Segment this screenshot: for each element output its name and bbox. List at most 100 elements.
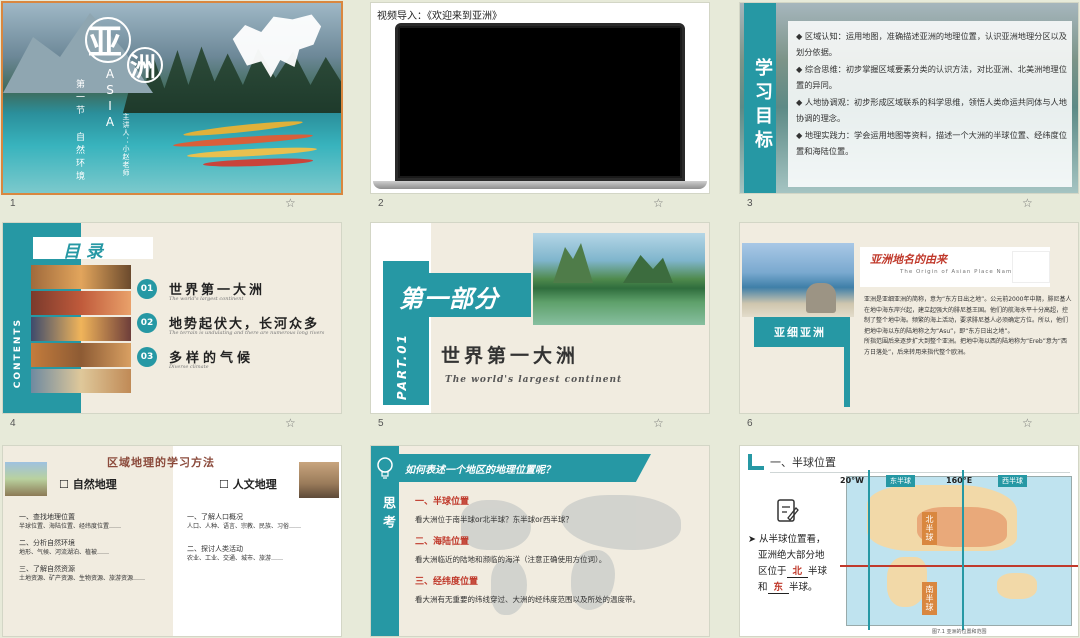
- toc-title: 目 录: [63, 242, 103, 262]
- part-en: PART.01: [395, 333, 409, 401]
- toc-en: Diverse climate: [169, 364, 209, 370]
- meridian-line-1: [868, 470, 870, 630]
- photo-strip: [31, 265, 131, 395]
- edit-note-icon: [776, 498, 800, 524]
- slide-thumb-5[interactable]: 第一部分 PART.01 世界第一大洲 The world's largest …: [371, 223, 709, 413]
- white-square: [1012, 251, 1050, 283]
- west-hemisphere-tag: 西半球: [998, 475, 1027, 487]
- toc-en: The terrain is undulating and there are …: [169, 330, 325, 336]
- star-icon[interactable]: ☆: [285, 417, 296, 429]
- list-item: 三、了解自然资源: [19, 565, 75, 573]
- beach-photo: [742, 243, 854, 317]
- list-item: 人口、人种、语言、宗教、民族、习俗……: [187, 523, 302, 530]
- star-icon[interactable]: ☆: [653, 197, 664, 209]
- star-icon[interactable]: ☆: [653, 417, 664, 429]
- toc-number: 02: [137, 313, 157, 333]
- asia-map: [846, 476, 1072, 626]
- left-heading: ☐ 自然地理: [59, 478, 117, 491]
- right-heading: ☐ 人文地理: [219, 478, 277, 491]
- teal-accent: [844, 317, 850, 407]
- lon-label-160e: 160°E: [946, 476, 973, 485]
- slide-number-1: 1: [10, 198, 16, 209]
- list-item: 地形、气候、河流湖泊、植被……: [19, 549, 110, 556]
- heading-line: [770, 472, 1070, 473]
- toc-en: The world's largest continent: [169, 296, 244, 302]
- video-label: 视频导入：《欢迎来到亚洲》: [377, 11, 502, 22]
- slide-number-5: 5: [378, 418, 384, 429]
- answer-north: 北: [786, 566, 809, 578]
- slide-thumb-1[interactable]: 亚 洲 ASIA 第一节 自然环境 主讲人：小赵老师: [3, 3, 341, 193]
- answer-east: 东: [767, 582, 790, 594]
- section-head: 一、半球位置: [415, 497, 470, 507]
- slide-number-4: 4: [10, 418, 16, 429]
- goal-item: ◆ 区域认知：运用地图，准确描述亚洲的地理位置，认识亚洲地理分区以及划分依据。: [796, 31, 1067, 57]
- meridian-line-2: [962, 470, 964, 630]
- section-title: 世界第一大洲: [441, 345, 580, 367]
- right-list: 一、了解人口概况 人口、人种、语言、宗教、民族、习俗…… 二、探讨人类活动 农业…: [187, 512, 337, 564]
- side-label: 亚细亚洲: [774, 326, 826, 339]
- heading: 学习目标: [752, 58, 773, 154]
- list-item: 农业、工业、交通、城市、旅游……: [187, 555, 284, 562]
- slide-number-6: 6: [747, 418, 753, 429]
- heading: 亚洲地名的由来: [870, 253, 947, 266]
- section-label: 第一节 自然环境: [74, 79, 84, 184]
- heading-en: The Origin of Asian Place Names: [900, 269, 1021, 275]
- slide-thumb-6[interactable]: 亚细亚洲 亚洲地名的由来 The Origin of Asian Place N…: [740, 223, 1078, 413]
- star-icon[interactable]: ☆: [1022, 197, 1033, 209]
- goals-list: ◆ 区域认知：运用地图，准确描述亚洲的地理位置，认识亚洲地理分区以及划分依据。 …: [796, 29, 1068, 159]
- part-title: 第一部分: [399, 285, 499, 313]
- section-text: 看大洲临近的陆地和濒临的海洋（注意正确使用方位词）。: [415, 555, 607, 564]
- goal-item: ◆ 地理实践力：学会运用地图等资料，描述一个大洲的半球位置、经纬度位置和海陆位置…: [796, 130, 1067, 156]
- star-icon[interactable]: ☆: [1022, 417, 1033, 429]
- slide-thumb-8[interactable]: 思考 如何表述一个地区的地理位置呢？ 一、半球位置 看大洲位于南半球or北半球？…: [371, 446, 709, 636]
- section-subtitle: The world's largest continent: [445, 375, 623, 385]
- speaker-label: 主讲人：小赵老师: [122, 113, 130, 177]
- slide-thumb-9[interactable]: 一、半球位置 ➤ 从半球位置看， 亚洲绝大部分地 区位于北半球 和东半球。 20…: [740, 446, 1078, 636]
- laptop-screen: [395, 23, 685, 181]
- canoes: [172, 118, 333, 171]
- south-hemisphere-tag: 南半球: [922, 582, 937, 615]
- title-char-2: 洲: [130, 53, 157, 83]
- list-item: 二、分析自然环境: [19, 539, 75, 547]
- list-item: 土地资源、矿产资源、生物资源、旅游资源……: [19, 575, 146, 582]
- slide-thumb-2[interactable]: 视频导入：《欢迎来到亚洲》: [371, 3, 709, 193]
- path-photo: [5, 462, 47, 496]
- goal-item: ◆ 综合思维：初步掌握区域要素分类的认识方法，对比亚洲、北美洲地理位置的异同。: [796, 64, 1067, 90]
- left-list: 一、查找地理位置 半球位置、海陆位置、经纬度位置…… 二、分析自然环境 地形、气…: [19, 512, 169, 584]
- section-text: 看大洲位于南半球or北半球？东半球or西半球？: [415, 515, 573, 524]
- list-item: 一、查找地理位置: [19, 513, 75, 521]
- east-hemisphere-tag: 东半球: [886, 475, 915, 487]
- list-item: 半球位置、海陆位置、经纬度位置……: [19, 523, 122, 530]
- question-text: 如何表述一个地区的地理位置呢？: [405, 465, 555, 476]
- landscape-photo: [533, 233, 705, 325]
- map-caption: 图7.1 亚洲的位置和范围: [932, 629, 987, 635]
- list-item: 一、了解人口概况: [187, 513, 243, 521]
- slide-thumb-4[interactable]: CONTENTS 目 录 01 世界第一大洲 The world's large…: [3, 223, 341, 413]
- section-text: 看大洲有无重要的纬线穿过、大洲的经纬度范围以及所处的温度带。: [415, 595, 640, 604]
- contents-label: CONTENTS: [13, 318, 23, 389]
- section-head: 三、经纬度位置: [415, 577, 479, 587]
- question-block: ➤ 从半球位置看， 亚洲绝大部分地 区位于北半球 和东半球。: [748, 534, 828, 594]
- body-text: 亚洲是亚细亚洲的简称，意为“东方日出之地”。公元前2000年中期，腓尼基人在地中…: [864, 296, 1072, 356]
- north-hemisphere-tag: 北半球: [922, 512, 937, 545]
- bulb-icon: [375, 456, 395, 480]
- think-content: 一、半球位置 看大洲位于南半球or北半球？东半球or西半球？ 二、海陆位置 看大…: [415, 496, 705, 606]
- think-label: 思考: [380, 496, 395, 534]
- toc-number: 03: [137, 347, 157, 367]
- slide-number-3: 3: [747, 198, 753, 209]
- star-icon[interactable]: ☆: [285, 197, 296, 209]
- slide-heading: 一、半球位置: [770, 456, 836, 469]
- toc-number: 01: [137, 279, 157, 299]
- building-photo: [299, 462, 339, 498]
- title-char-1: 亚: [88, 23, 122, 63]
- laptop-base: [373, 181, 707, 189]
- slide-thumb-3[interactable]: 学习目标 ◆ 区域认知：运用地图，准确描述亚洲的地理位置，认识亚洲地理分区以及划…: [740, 3, 1078, 193]
- list-item: 二、探讨人类活动: [187, 545, 243, 553]
- lon-label-20w: 20°W: [840, 476, 864, 485]
- slide-number-2: 2: [378, 198, 384, 209]
- section-head: 二、海陆位置: [415, 537, 470, 547]
- goal-item: ◆ 人地协调观：初步形成区域联系的科学思维，领悟人类命运共同体与人地协调的理念。: [796, 97, 1067, 123]
- slide-thumb-7[interactable]: 区域地理的学习方法 ☐ 自然地理 ☐ 人文地理 一、查找地理位置 半球位置、海陆…: [3, 446, 341, 636]
- corner-mark: [748, 454, 764, 470]
- title-en: ASIA: [103, 67, 117, 131]
